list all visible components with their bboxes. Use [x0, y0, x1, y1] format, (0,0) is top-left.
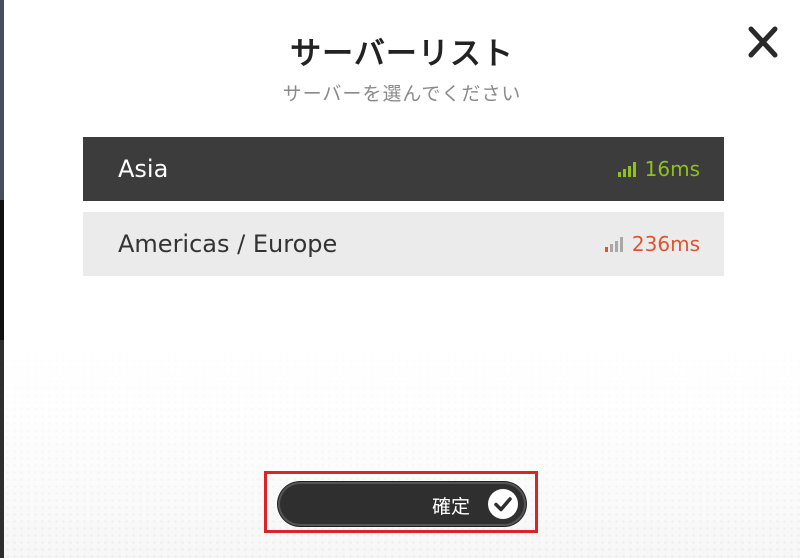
- server-list-dialog: サーバーリスト サーバーを選んでください Asia 16ms Americas …: [4, 0, 800, 558]
- ping-value: 236ms: [631, 232, 700, 256]
- confirm-button-highlight: [264, 471, 538, 533]
- dialog-title: サーバーリスト: [290, 36, 514, 72]
- server-row-asia[interactable]: Asia 16ms: [83, 137, 724, 201]
- server-list: Asia 16ms Americas / Europe 236ms: [83, 137, 724, 287]
- ping-indicator: 16ms: [617, 157, 700, 181]
- ping-value: 16ms: [644, 157, 700, 181]
- signal-strength-icon: [617, 161, 636, 177]
- server-name: Asia: [118, 155, 169, 183]
- server-name: Americas / Europe: [118, 230, 338, 258]
- dialog-subtitle: サーバーを選んでください: [282, 83, 522, 105]
- signal-strength-icon: [604, 236, 623, 252]
- close-button[interactable]: [740, 22, 784, 62]
- close-icon: [748, 26, 778, 58]
- server-row-americas-europe[interactable]: Americas / Europe 236ms: [83, 212, 724, 276]
- ping-indicator: 236ms: [604, 232, 700, 256]
